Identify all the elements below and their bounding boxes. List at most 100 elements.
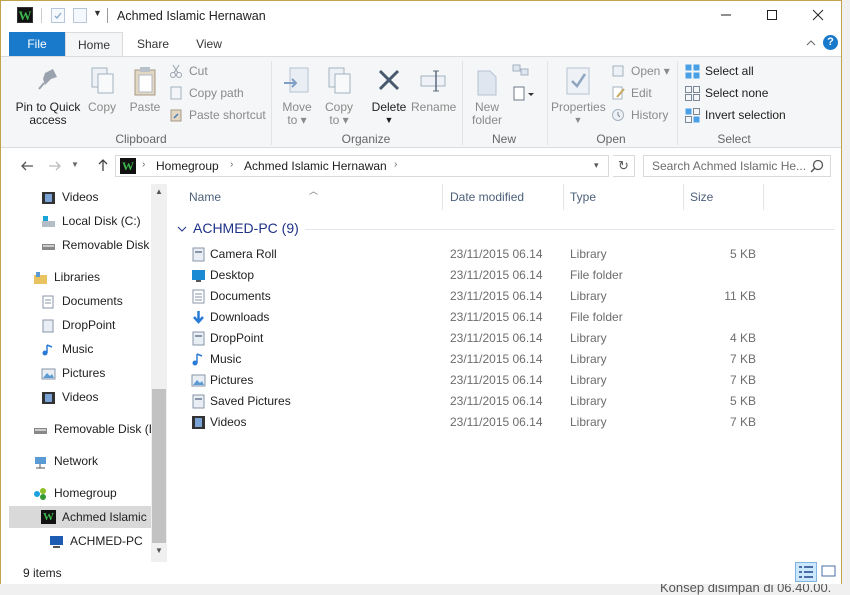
delete-button[interactable]: Delete ▼	[369, 65, 409, 127]
scroll-down-icon[interactable]: ▼	[155, 546, 163, 555]
breadcrumb-homegroup[interactable]: Homegroup	[156, 159, 219, 173]
nav-item-homegroup[interactable]: Homegroup	[33, 482, 117, 504]
paste-icon	[130, 65, 160, 97]
nav-item-libraries[interactable]: Libraries	[33, 266, 100, 288]
move-to-button[interactable]: Move to ▾	[279, 65, 315, 127]
file-name: Videos	[210, 415, 247, 429]
table-row[interactable]: Videos 23/11/2015 06.14 Library 7 KB	[177, 412, 841, 433]
nav-item-network[interactable]: Network	[33, 450, 98, 472]
copy-path-button[interactable]: Copy path	[169, 84, 244, 102]
table-row[interactable]: Music 23/11/2015 06.14 Library 7 KB	[177, 349, 841, 370]
computer-icon	[49, 534, 64, 548]
select-all-button[interactable]: Select all	[685, 62, 754, 80]
select-none-button[interactable]: Select none	[685, 84, 768, 102]
local-disk-icon	[41, 214, 56, 228]
nav-item-videos[interactable]: Videos	[41, 186, 98, 208]
search-input[interactable]: Search Achmed Islamic He...	[652, 159, 806, 173]
delete-label: Delete	[371, 100, 407, 114]
nav-item-pictures[interactable]: Pictures	[41, 362, 105, 384]
details-view-icon[interactable]	[795, 562, 817, 582]
history-button[interactable]: History	[611, 106, 668, 124]
paste-button[interactable]: Paste	[127, 65, 163, 114]
large-icons-view-icon[interactable]	[819, 562, 839, 582]
collapse-ribbon-icon[interactable]	[805, 37, 817, 49]
file-type: Library	[570, 331, 607, 345]
up-arrow-icon[interactable]	[95, 157, 111, 173]
properties-button[interactable]: Properties ▼	[551, 65, 606, 127]
invert-selection-icon	[685, 108, 700, 123]
open-button[interactable]: Open ▾	[611, 62, 670, 80]
nav-item-music[interactable]: Music	[41, 338, 93, 360]
tab-home[interactable]: Home	[65, 32, 123, 56]
table-row[interactable]: DropPoint 23/11/2015 06.14 Library 4 KB	[177, 328, 841, 349]
paste-shortcut-button[interactable]: Paste shortcut	[169, 106, 266, 124]
tab-file[interactable]: File	[9, 32, 65, 56]
edit-button[interactable]: Edit	[611, 84, 652, 102]
nav-item-droppoint[interactable]: DropPoint	[41, 314, 115, 336]
new-folder-button[interactable]: New folder	[467, 65, 507, 127]
nav-scrollbar[interactable]: ▲ ▼	[151, 184, 167, 562]
nav-item-achmed-pc[interactable]: ACHMED-PC	[49, 530, 143, 552]
minimize-button[interactable]	[703, 1, 749, 31]
breadcrumb-chevron-icon[interactable]: ›	[394, 159, 397, 170]
table-row[interactable]: Documents 23/11/2015 06.14 Library 11 KB	[177, 286, 841, 307]
easy-access-icon[interactable]	[511, 85, 537, 103]
search-box[interactable]: Search Achmed Islamic He...	[643, 155, 831, 177]
refresh-icon[interactable]: ↻	[613, 155, 635, 177]
collapse-group-icon[interactable]	[177, 223, 187, 233]
breadcrumb-chevron-icon[interactable]: ›	[142, 159, 145, 170]
rename-button[interactable]: Rename	[411, 65, 456, 114]
nav-item-removable-disk[interactable]: Removable Disk (	[41, 234, 157, 256]
invert-selection-label: Invert selection	[705, 108, 786, 122]
properties-quick-icon[interactable]	[51, 8, 65, 23]
pictures-icon	[191, 373, 206, 388]
breadcrumb-chevron-icon[interactable]: ›	[230, 159, 233, 170]
maximize-button[interactable]	[749, 1, 795, 31]
scroll-thumb[interactable]	[152, 389, 166, 543]
table-row[interactable]: Saved Pictures 23/11/2015 06.14 Library 5 K…	[177, 391, 841, 412]
tab-share[interactable]: Share	[125, 32, 181, 56]
new-item-icon[interactable]	[511, 63, 533, 81]
file-name: DropPoint	[210, 331, 264, 345]
cut-button[interactable]: Cut	[169, 62, 208, 80]
invert-selection-button[interactable]: Invert selection	[685, 106, 786, 124]
address-bar[interactable]: W › Homegroup › Achmed Islamic Hernawan …	[115, 155, 609, 177]
chevron-down-icon[interactable]: ▼	[93, 8, 102, 18]
copy-button[interactable]: Copy	[85, 65, 119, 114]
column-header-name[interactable]: Name	[189, 190, 221, 204]
search-icon[interactable]	[810, 159, 824, 173]
back-arrow-icon[interactable]	[19, 158, 35, 174]
column-header-type[interactable]: Type	[570, 190, 596, 204]
address-dropdown-icon[interactable]: ▾	[594, 160, 599, 171]
column-header-date[interactable]: Date modified	[450, 190, 524, 204]
nav-item-documents[interactable]: Documents	[41, 290, 123, 312]
table-row[interactable]: Pictures 23/11/2015 06.14 Library 7 KB	[177, 370, 841, 391]
file-type: Library	[570, 394, 607, 408]
recent-locations-icon[interactable]: ▼	[71, 160, 79, 169]
forward-arrow-icon[interactable]	[47, 158, 63, 174]
file-size: 5 KB	[729, 394, 756, 408]
pin-to-quick-access-button[interactable]: Pin to Quick access	[13, 65, 83, 127]
group-label-clipboard: Clipboard	[115, 132, 167, 146]
nav-item-removable-disk-e[interactable]: Removable Disk (E	[33, 418, 157, 440]
app-logo-icon[interactable]: W	[17, 7, 33, 23]
close-button[interactable]	[795, 1, 841, 31]
new-folder-quick-icon[interactable]	[73, 8, 87, 23]
homegroup-icon	[33, 486, 48, 500]
help-icon[interactable]: ?	[823, 35, 838, 50]
group-header[interactable]: ACHMED-PC (9)	[177, 220, 837, 240]
column-header-size[interactable]: Size	[690, 190, 713, 204]
nav-item-videos-library[interactable]: Videos	[41, 386, 98, 408]
copy-to-button[interactable]: Copy to ▾	[321, 65, 357, 127]
title-bar: W ▼ Achmed Islamic Hernawan	[1, 1, 841, 31]
nav-item-achmed-islamic[interactable]: W Achmed Islamic	[9, 506, 159, 528]
tab-view[interactable]: View	[181, 32, 237, 56]
breadcrumb-current[interactable]: Achmed Islamic Hernawan	[244, 159, 387, 173]
scroll-up-icon[interactable]: ▲	[155, 187, 163, 196]
table-row[interactable]: Camera Roll 23/11/2015 06.14 Library 5 KB	[177, 244, 841, 265]
table-row[interactable]: Downloads 23/11/2015 06.14 File folder	[177, 307, 841, 328]
file-type: Library	[570, 373, 607, 387]
documents-icon	[191, 289, 206, 304]
table-row[interactable]: Desktop 23/11/2015 06.14 File folder	[177, 265, 841, 286]
nav-item-local-disk[interactable]: Local Disk (C:)	[41, 210, 141, 232]
